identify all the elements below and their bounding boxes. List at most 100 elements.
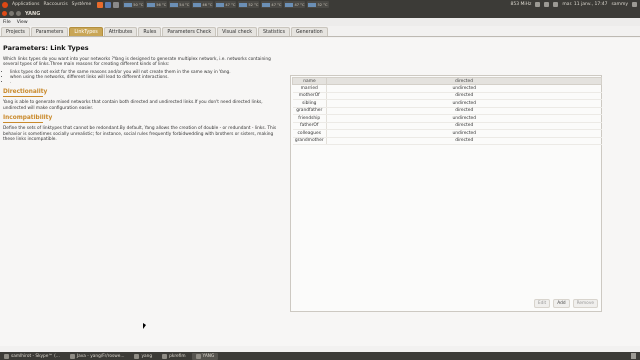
user-menu[interactable]: sammy [611, 2, 628, 7]
mail-launcher-icon[interactable] [105, 1, 112, 8]
tab-statistics[interactable]: Statistics [258, 27, 290, 36]
table-row[interactable]: grandmother directed [292, 137, 602, 145]
cell-directed[interactable]: directed [326, 122, 602, 130]
network-speed: 853 MiHz [510, 2, 532, 7]
column-header-name[interactable]: name [292, 77, 327, 85]
sensor-chip: 52 °C [307, 1, 329, 8]
table-actions: Edit Add Remove [533, 299, 598, 308]
panel-indicators: 853 MiHz mar. 11 janv., 17:47 sammy [511, 2, 640, 7]
close-window-button[interactable] [2, 11, 7, 16]
cell-directed[interactable]: undirected [326, 129, 602, 138]
table-row[interactable]: colleagues undirected [292, 129, 602, 138]
tab-linktypes[interactable]: LinkTypes [69, 27, 103, 36]
cell-name[interactable]: colleagues [292, 129, 327, 138]
app-window-icon [195, 353, 201, 359]
power-icon[interactable] [632, 2, 637, 7]
table-row[interactable]: fatherOf directed [292, 122, 602, 130]
cell-directed[interactable]: undirected [326, 99, 602, 108]
cell-directed[interactable]: directed [326, 107, 602, 115]
taskbar-item-java[interactable]: Java - yang/Fr/roswe... [66, 353, 129, 360]
taskbar-label: YANG [202, 353, 215, 359]
sensor-chip: 47 °C [261, 1, 283, 8]
mouse-cursor-icon [143, 323, 146, 329]
add-button[interactable]: Add [553, 299, 570, 308]
sensor-value: 54 °C [179, 2, 190, 7]
page-title: Parameters: Link Types [3, 44, 89, 52]
tab-visual-check[interactable]: Visual check [217, 27, 258, 36]
window-title: YANG [25, 10, 41, 17]
column-header-directed[interactable]: directed [326, 77, 602, 85]
cell-directed[interactable]: undirected [326, 84, 602, 93]
remove-button[interactable]: Remove [572, 299, 598, 308]
edit-button[interactable]: Edit [533, 299, 551, 308]
panel-launchers [97, 1, 120, 8]
sensor-chip: 47 °C [215, 1, 237, 8]
cell-name[interactable]: fatherOf [292, 122, 327, 130]
cell-name[interactable]: married [292, 84, 327, 93]
java-icon [69, 353, 75, 359]
cell-directed[interactable]: directed [326, 92, 602, 100]
mail-indicator-icon[interactable] [553, 2, 559, 7]
network-icon[interactable] [535, 2, 541, 7]
table-row[interactable]: motherOf directed [292, 92, 602, 100]
system-top-panel: Applications Raccourcis Système 50 °C 56… [0, 0, 640, 9]
section-divider [3, 96, 43, 98]
skype-icon [4, 353, 9, 359]
volume-icon[interactable] [544, 2, 550, 7]
section-title-incompatibility: Incompatibility [3, 115, 53, 122]
trash-icon[interactable] [631, 353, 636, 359]
menu-shortcuts[interactable]: Raccourcis [42, 2, 70, 7]
window-titlebar: YANG [0, 9, 640, 18]
sensor-chip: 46 °C [192, 1, 214, 8]
temperature-sensors: 50 °C 56 °C 54 °C 46 °C 47 °C 52 °C 47 °… [123, 1, 329, 8]
tab-rules[interactable]: Rules [138, 27, 162, 36]
menu-system[interactable]: Système [70, 2, 94, 7]
directionality-text: Yang is able to generate mixed networks … [3, 100, 263, 111]
sensor-chip: 56 °C [146, 1, 168, 8]
table-row[interactable]: friendship undirected [292, 114, 602, 123]
sensor-value: 47 °C [271, 2, 282, 7]
cell-name[interactable]: grandmother [292, 137, 327, 145]
taskbar-label: pkrefim [169, 353, 186, 359]
sensor-chip: 47 °C [284, 1, 306, 8]
cell-name[interactable]: friendship [292, 114, 327, 123]
incompatibility-text: Define the sets of linktypes that cannot… [3, 126, 277, 143]
menubar: File View [0, 18, 640, 26]
folder-icon [134, 353, 140, 359]
minimize-window-button[interactable] [9, 11, 14, 16]
tab-attributes[interactable]: Attributes [103, 27, 138, 36]
menu-file[interactable]: File [3, 20, 11, 25]
table-row[interactable]: married undirected [292, 84, 602, 93]
table-row[interactable]: grandfather directed [292, 107, 602, 115]
taskbar-item-yang-folder[interactable]: yang [130, 353, 156, 360]
help-launcher-icon[interactable] [113, 1, 120, 8]
clock[interactable]: mar. 11 janv., 17:47 [562, 2, 607, 7]
sensor-value: 52 °C [248, 2, 259, 7]
taskbar-label: Java - yang/Fr/roswe... [76, 353, 125, 359]
taskbar-item-pkrefim[interactable]: pkrefim [158, 353, 189, 360]
sensor-value: 52 °C [317, 2, 328, 7]
bottom-taskbar: samlhirot - Skype™ (... Java - yang/Fr/r… [0, 352, 640, 360]
folder-icon [162, 353, 168, 359]
table-row[interactable]: sibling undirected [292, 99, 602, 108]
section-divider [3, 122, 43, 124]
tab-projects[interactable]: Projects [1, 27, 30, 36]
ubuntu-logo-icon[interactable] [2, 1, 8, 8]
firefox-launcher-icon[interactable] [97, 1, 104, 8]
tab-parameters-check[interactable]: Parameters Check [162, 27, 217, 36]
sensor-chip: 54 °C [169, 1, 191, 8]
tab-generation[interactable]: Generation [290, 27, 328, 36]
taskbar-item-skype[interactable]: samlhirot - Skype™ (... [0, 353, 64, 360]
taskbar-item-yang-window[interactable]: YANG [191, 352, 219, 360]
cell-directed[interactable]: undirected [326, 114, 602, 123]
taskbar-label: yang [141, 353, 153, 359]
cell-name[interactable]: grandfather [292, 107, 327, 115]
menu-applications[interactable]: Applications [10, 2, 42, 7]
cell-directed[interactable]: directed [326, 137, 602, 145]
cell-name[interactable]: motherOf [292, 92, 327, 100]
menu-view[interactable]: View [17, 20, 28, 25]
tab-parameters[interactable]: Parameters [30, 27, 69, 36]
reasons-list: links types do not exist for the same re… [10, 70, 283, 86]
cell-name[interactable]: sibling [292, 99, 327, 108]
maximize-window-button[interactable] [16, 11, 21, 16]
